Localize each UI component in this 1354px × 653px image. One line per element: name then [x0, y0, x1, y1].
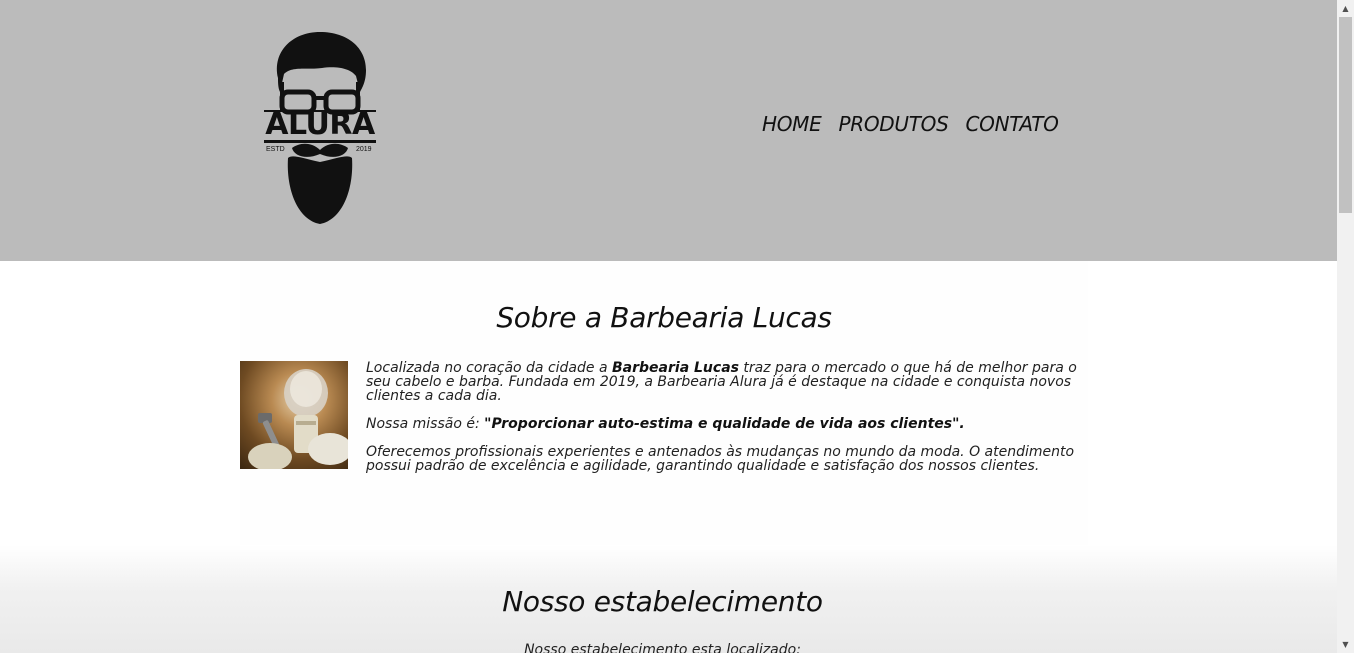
nav-home-link[interactable]: HOME: [762, 112, 822, 136]
establishment-section: Nosso estabelecimento Nosso estabelecime…: [0, 545, 1337, 653]
about-title: Sobre a Barbearia Lucas: [496, 301, 832, 334]
main-nav: HOME PRODUTOS CONTATO: [762, 112, 1076, 136]
scroll-up-arrow-icon[interactable]: ▲: [1337, 0, 1354, 17]
logo-wordmark: ALURA: [265, 107, 375, 142]
about-paragraph-3: Oferecemos profissionais experientes e a…: [366, 444, 1075, 474]
about-paragraph-mission: Nossa missão é: "Proporcionar auto-estim…: [366, 416, 965, 432]
logo-estd: ESTD: [266, 146, 285, 153]
page-viewport: ALURA ESTD 2019 HOME PRODUTOS CONTATO So…: [0, 0, 1337, 653]
mission-statement: "Proporcionar auto-estima e qualidade de…: [484, 416, 965, 432]
vertical-scrollbar[interactable]: ▲ ▼: [1337, 0, 1354, 653]
establishment-title: Nosso estabelecimento: [502, 585, 823, 618]
shaving-brush-razor-image: [240, 361, 348, 469]
shaving-kit-icon: [248, 369, 348, 469]
site-header: ALURA ESTD 2019 HOME PRODUTOS CONTATO: [0, 0, 1337, 261]
nav-contato-link[interactable]: CONTATO: [965, 112, 1058, 136]
nav-produtos-link[interactable]: PRODUTOS: [838, 112, 948, 136]
about-section: Sobre a Barbearia Lucas Localizada no co…: [240, 261, 1088, 545]
logo-year: 2019: [356, 146, 372, 153]
about-paragraph-1: Localizada no coração da cidade a Barbea…: [366, 360, 1077, 404]
scrollbar-thumb[interactable]: [1339, 17, 1352, 213]
about-text: Localizada no coração da cidade a Barbea…: [366, 361, 1088, 487]
alura-logo[interactable]: ALURA ESTD 2019: [262, 30, 378, 226]
establishment-subtitle: Nosso estabelecimento esta localizado:: [524, 642, 801, 653]
scroll-down-arrow-icon[interactable]: ▼: [1337, 636, 1354, 653]
